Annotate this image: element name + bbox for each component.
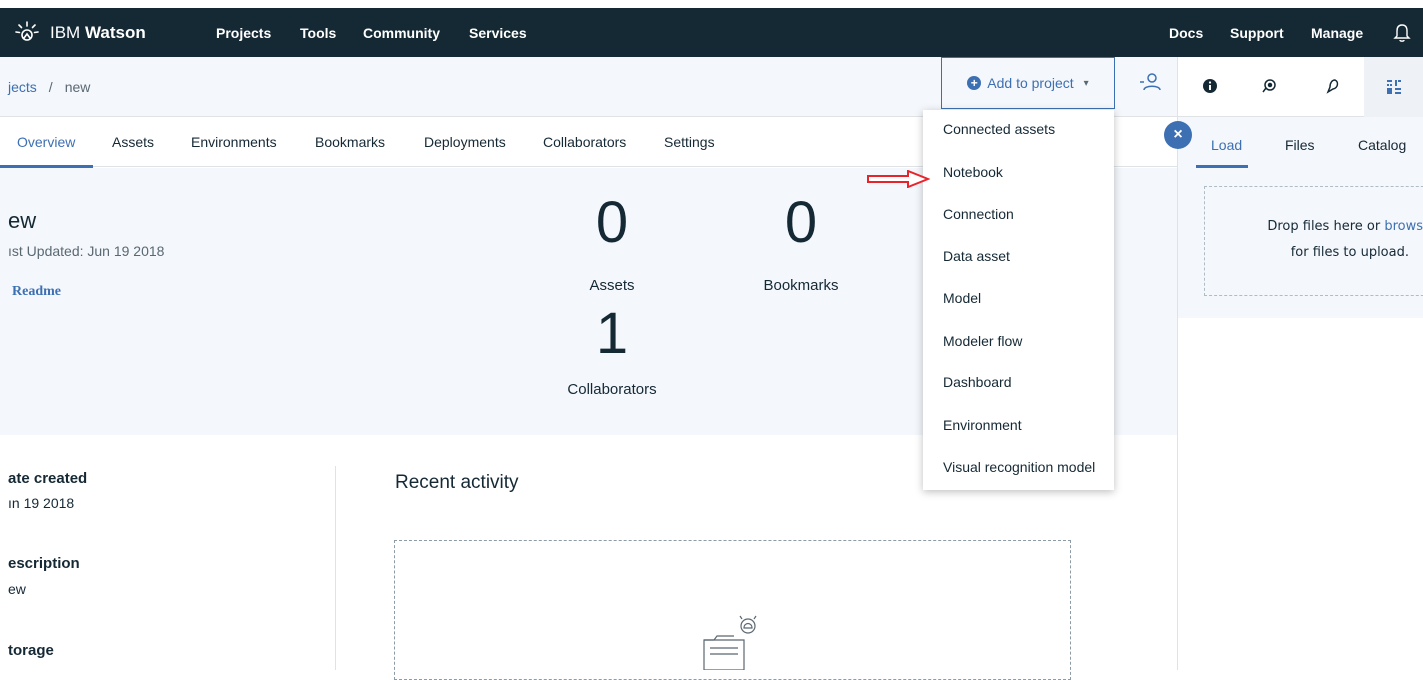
drop-zone-line-1: Drop files here or browse: [1205, 219, 1423, 234]
data-assets-panel-icon[interactable]: [1364, 57, 1423, 117]
file-drop-zone[interactable]: Drop files here or browse for files to u…: [1204, 186, 1423, 296]
date-created-label: ate created: [8, 470, 88, 487]
add-circle-icon: +: [967, 76, 982, 90]
breadcrumb: jects / new: [0, 57, 90, 117]
notifications-bell-icon[interactable]: [1393, 8, 1411, 57]
nav-community[interactable]: Community: [363, 8, 440, 57]
menu-item-connected-assets[interactable]: Connected assets: [943, 121, 1055, 137]
menu-item-environment[interactable]: Environment: [943, 417, 1022, 433]
bookmarks-count: 0: [784, 190, 818, 255]
side-active-tab-indicator: [1196, 165, 1248, 168]
assets-count: 0: [595, 190, 629, 255]
menu-item-model[interactable]: Model: [943, 290, 981, 306]
tab-assets[interactable]: Assets: [112, 117, 154, 167]
brand[interactable]: IBM Watson: [14, 8, 146, 57]
breadcrumb-separator: /: [48, 79, 53, 95]
storage-label: torage: [8, 642, 54, 659]
bookmarks-label: Bookmarks: [763, 277, 839, 294]
tab-deployments[interactable]: Deployments: [424, 117, 506, 167]
tab-overview[interactable]: Overview: [17, 117, 75, 167]
collaborators-label: Collaborators: [567, 381, 657, 398]
menu-item-data-asset[interactable]: Data asset: [943, 248, 1010, 264]
menu-item-connection[interactable]: Connection: [943, 206, 1014, 222]
section-divider: [335, 466, 336, 670]
nav-services[interactable]: Services: [469, 8, 527, 57]
add-collaborator-icon[interactable]: [1138, 70, 1162, 94]
description-label: escription: [8, 555, 80, 572]
browse-link[interactable]: browse: [1384, 219, 1423, 234]
brand-ibm: IBM: [50, 22, 81, 42]
breadcrumb-projects-link[interactable]: jects: [8, 79, 37, 95]
readme-link[interactable]: Readme: [12, 284, 61, 300]
empty-folder-notification-icon: [703, 615, 757, 670]
menu-item-notebook[interactable]: Notebook: [943, 164, 1003, 180]
description-value: ew: [8, 581, 26, 597]
nav-support[interactable]: Support: [1230, 8, 1284, 57]
date-created-value: ın 19 2018: [8, 495, 75, 511]
side-tab-load[interactable]: Load: [1211, 137, 1242, 153]
drop-zone-text: Drop files here or: [1267, 219, 1381, 234]
add-to-project-button[interactable]: + Add to project ▾: [941, 57, 1115, 109]
nav-tools[interactable]: Tools: [300, 8, 336, 57]
activity-icon[interactable]: [1318, 72, 1346, 100]
info-icon[interactable]: [1196, 72, 1224, 100]
nav-projects[interactable]: Projects: [216, 8, 271, 57]
recent-activity-title: Recent activity: [395, 472, 519, 493]
side-tab-catalog[interactable]: Catalog: [1358, 137, 1406, 153]
add-to-project-menu: Connected assets Notebook Connection Dat…: [923, 110, 1114, 490]
collaborators-count: 1: [595, 301, 629, 366]
menu-item-modeler-flow[interactable]: Modeler flow: [943, 333, 1022, 349]
nav-manage[interactable]: Manage: [1311, 8, 1363, 57]
breadcrumb-current: new: [64, 79, 91, 95]
watson-logo-icon: [15, 20, 39, 41]
chevron-down-icon: ▾: [1083, 77, 1089, 89]
brand-name: IBM Watson: [50, 23, 146, 43]
menu-item-dashboard[interactable]: Dashboard: [943, 374, 1012, 390]
comments-icon[interactable]: [1255, 72, 1283, 100]
assets-label: Assets: [589, 277, 635, 294]
side-tab-files[interactable]: Files: [1285, 137, 1315, 153]
red-arrow-annotation-icon: [867, 170, 930, 188]
tab-settings[interactable]: Settings: [664, 117, 715, 167]
tab-environments[interactable]: Environments: [191, 117, 277, 167]
brand-watson: Watson: [84, 22, 146, 42]
menu-item-visual-recognition-model[interactable]: Visual recognition model: [943, 459, 1095, 475]
tab-bookmarks[interactable]: Bookmarks: [315, 117, 385, 167]
last-updated: ıst Updated: Jun 19 2018: [8, 243, 165, 259]
close-panel-icon[interactable]: ×: [1164, 121, 1192, 149]
tab-collaborators[interactable]: Collaborators: [543, 117, 626, 167]
top-navigation-bar: IBM Watson Projects Tools Community Serv…: [0, 8, 1423, 57]
drop-zone-line-2: for files to upload.: [1290, 245, 1409, 260]
project-name: ew: [8, 208, 37, 233]
nav-docs[interactable]: Docs: [1169, 8, 1203, 57]
add-to-project-label: Add to project: [987, 75, 1074, 91]
